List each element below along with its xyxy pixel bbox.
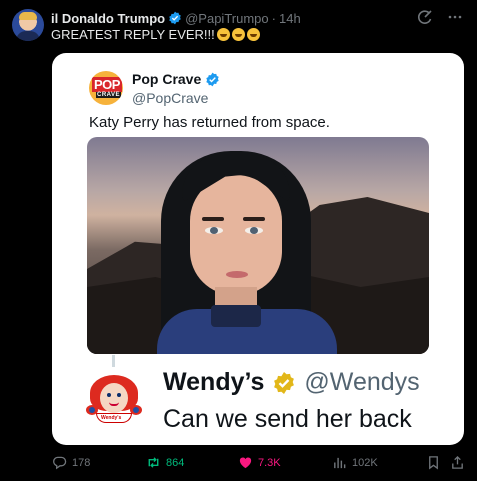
quoted-author-name-row: Pop Crave [132, 71, 223, 87]
post: il Donaldo Trumpo @PapiTrumpo · 14h GREA… [0, 0, 477, 481]
repost-icon [148, 457, 159, 468]
reply-button[interactable]: 178 [52, 455, 90, 470]
laughing-emoji-icon [231, 28, 245, 41]
pop-crave-logo-bottom: CRAVE [96, 92, 122, 98]
author-name[interactable]: il Donaldo Trumpo [51, 11, 165, 26]
laughing-emoji-icon [216, 28, 230, 41]
like-count: 7.3K [258, 456, 281, 469]
quoted-post-text: Katy Perry has returned from space. [89, 114, 330, 131]
grok-icon[interactable] [417, 9, 433, 25]
wendys-logo: Wendy's [84, 369, 144, 429]
like-button[interactable]: 7.3K [238, 455, 281, 470]
avatar[interactable] [12, 9, 44, 41]
verified-badge-icon [169, 11, 181, 25]
verified-gold-badge-icon [274, 371, 295, 394]
pop-crave-logo: POP CRAVE [89, 71, 123, 105]
reply-count: 178 [72, 456, 91, 469]
repost-button[interactable]: 864 [146, 455, 184, 470]
post-text: GREATEST REPLY EVER!!! [51, 27, 215, 42]
author-handle[interactable]: @PapiTrumpo [185, 11, 269, 26]
repost-count: 864 [166, 456, 185, 469]
bookmark-icon [429, 456, 438, 470]
quoted-author-handle: @PopCrave [132, 90, 209, 106]
post-time[interactable]: 14h [279, 11, 301, 26]
post-header: il Donaldo Trumpo @PapiTrumpo · 14h [51, 10, 301, 26]
laughing-emoji-icon [246, 28, 260, 41]
reply-author-name: Wendy’s [163, 368, 265, 396]
view-count: 102K [352, 456, 378, 469]
views-icon [334, 457, 346, 469]
quoted-photo [87, 137, 429, 354]
post-text-line: GREATEST REPLY EVER!!! [51, 27, 260, 42]
share-button[interactable] [450, 455, 465, 470]
wendys-logo-text: Wendy's [101, 415, 122, 421]
bookmark-button[interactable] [426, 455, 441, 470]
views-button[interactable]: 102K [332, 455, 378, 470]
reply-text: Can we send her back [163, 405, 412, 433]
post-image[interactable]: POP CRAVE Pop Crave @PopCrave Katy Perry… [52, 53, 464, 445]
thread-line [112, 355, 115, 367]
post-top-actions [417, 9, 463, 25]
pop-crave-logo-top: POP [92, 77, 122, 92]
share-icon [452, 455, 463, 469]
more-icon[interactable] [447, 9, 463, 25]
reply-author-row: Wendy’s @Wendys [163, 368, 420, 397]
post-actions: 178 864 7.3K 102K [52, 455, 464, 473]
heart-icon [239, 457, 252, 469]
quoted-author-name: Pop Crave [132, 71, 202, 87]
separator-dot: · [271, 10, 276, 26]
reply-icon [53, 456, 67, 470]
reply-author-handle: @Wendys [304, 368, 420, 396]
verified-badge-icon [206, 72, 219, 86]
